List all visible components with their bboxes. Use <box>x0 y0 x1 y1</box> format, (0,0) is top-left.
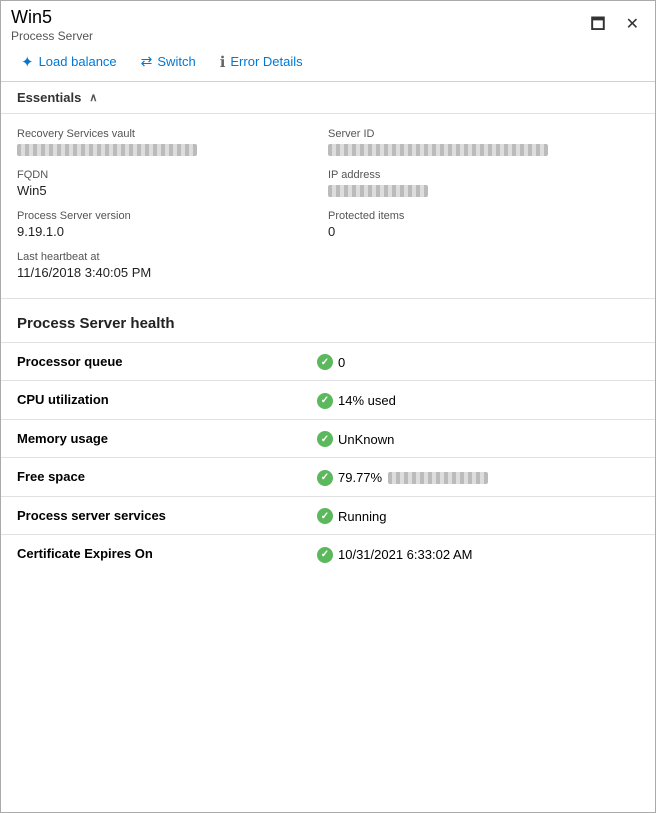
essentials-item-server-id: Server ID <box>328 124 639 165</box>
title-bar-controls: 🗖 ✕ <box>584 15 645 35</box>
metric-value: ✓ Running <box>301 496 655 535</box>
table-row: Processor queue ✓ 0 <box>1 342 655 381</box>
health-table: Processor queue ✓ 0 CPU utilization ✓ 14… <box>1 342 655 573</box>
table-row: Process server services ✓ Running <box>1 496 655 535</box>
app-subtitle: Process Server <box>11 29 93 43</box>
free-space-redacted <box>388 472 488 484</box>
essentials-item-version: Process Server version 9.19.1.0 <box>17 206 328 247</box>
vault-label: Recovery Services vault <box>17 128 328 140</box>
ip-value <box>328 183 639 198</box>
switch-icon: ⇄ <box>141 53 153 70</box>
fqdn-value: Win5 <box>17 183 328 198</box>
essentials-item-fqdn: FQDN Win5 <box>17 165 328 206</box>
status-ok: ✓ 79.77% <box>317 470 488 486</box>
protected-label: Protected items <box>328 210 639 222</box>
status-ok: ✓ Running <box>317 508 386 524</box>
essentials-header[interactable]: Essentials ∧ <box>1 82 655 114</box>
ip-label: IP address <box>328 169 639 181</box>
essentials-item-protected: Protected items 0 <box>328 206 639 247</box>
metric-label: Certificate Expires On <box>1 535 301 573</box>
essentials-item-heartbeat: Last heartbeat at 11/16/2018 3:40:05 PM <box>17 247 328 288</box>
metric-label: Free space <box>1 458 301 497</box>
check-icon: ✓ <box>317 508 333 524</box>
essentials-chevron: ∧ <box>89 91 97 104</box>
switch-button[interactable]: ⇄ Switch <box>131 49 206 74</box>
status-ok: ✓ 10/31/2021 6:33:02 AM <box>317 547 472 563</box>
metric-value: ✓ 10/31/2021 6:33:02 AM <box>301 535 655 573</box>
table-row: Certificate Expires On ✓ 10/31/2021 6:33… <box>1 535 655 573</box>
load-balance-button[interactable]: ✦ Load balance <box>11 49 127 75</box>
check-icon: ✓ <box>317 547 333 563</box>
server-id-value <box>328 142 639 157</box>
version-label: Process Server version <box>17 210 328 222</box>
check-icon: ✓ <box>317 470 333 486</box>
status-ok: ✓ 0 <box>317 354 345 370</box>
toolbar: ✦ Load balance ⇄ Switch ℹ Error Details <box>1 43 655 82</box>
metric-label: Processor queue <box>1 342 301 381</box>
essentials-item-ip: IP address <box>328 165 639 206</box>
error-details-icon: ℹ <box>220 53 226 71</box>
heartbeat-value: 11/16/2018 3:40:05 PM <box>17 265 328 280</box>
health-section-title: Process Server health <box>1 299 655 342</box>
close-button[interactable]: ✕ <box>620 15 645 35</box>
load-balance-icon: ✦ <box>21 53 34 71</box>
metric-value: ✓ 79.77% <box>301 458 655 497</box>
essentials-label: Essentials <box>17 90 81 105</box>
metric-label: Memory usage <box>1 419 301 458</box>
heartbeat-label: Last heartbeat at <box>17 251 328 263</box>
status-ok: ✓ UnKnown <box>317 431 394 447</box>
app-title: Win5 <box>11 7 93 29</box>
title-bar-left: Win5 Process Server <box>11 7 93 43</box>
check-icon: ✓ <box>317 354 333 370</box>
title-bar: Win5 Process Server 🗖 ✕ <box>1 1 655 43</box>
metric-label: Process server services <box>1 496 301 535</box>
metric-value: ✓ 14% used <box>301 381 655 420</box>
load-balance-label: Load balance <box>39 54 117 69</box>
error-details-label: Error Details <box>230 54 302 69</box>
switch-label: Switch <box>157 54 195 69</box>
fqdn-label: FQDN <box>17 169 328 181</box>
check-icon: ✓ <box>317 431 333 447</box>
table-row: Memory usage ✓ UnKnown <box>1 419 655 458</box>
metric-label: CPU utilization <box>1 381 301 420</box>
essentials-item-vault: Recovery Services vault <box>17 124 328 165</box>
check-icon: ✓ <box>317 393 333 409</box>
protected-value: 0 <box>328 224 639 239</box>
essentials-grid: Recovery Services vault Server ID FQDN W… <box>1 114 655 299</box>
vault-value <box>17 142 328 157</box>
minimize-button[interactable]: 🗖 <box>584 15 611 35</box>
metric-value: ✓ UnKnown <box>301 419 655 458</box>
metric-value: ✓ 0 <box>301 342 655 381</box>
table-row: CPU utilization ✓ 14% used <box>1 381 655 420</box>
table-row: Free space ✓ 79.77% <box>1 458 655 497</box>
error-details-button[interactable]: ℹ Error Details <box>210 49 313 75</box>
status-ok: ✓ 14% used <box>317 393 396 409</box>
server-id-label: Server ID <box>328 128 639 140</box>
version-value: 9.19.1.0 <box>17 224 328 239</box>
essentials-item-empty <box>328 247 639 288</box>
